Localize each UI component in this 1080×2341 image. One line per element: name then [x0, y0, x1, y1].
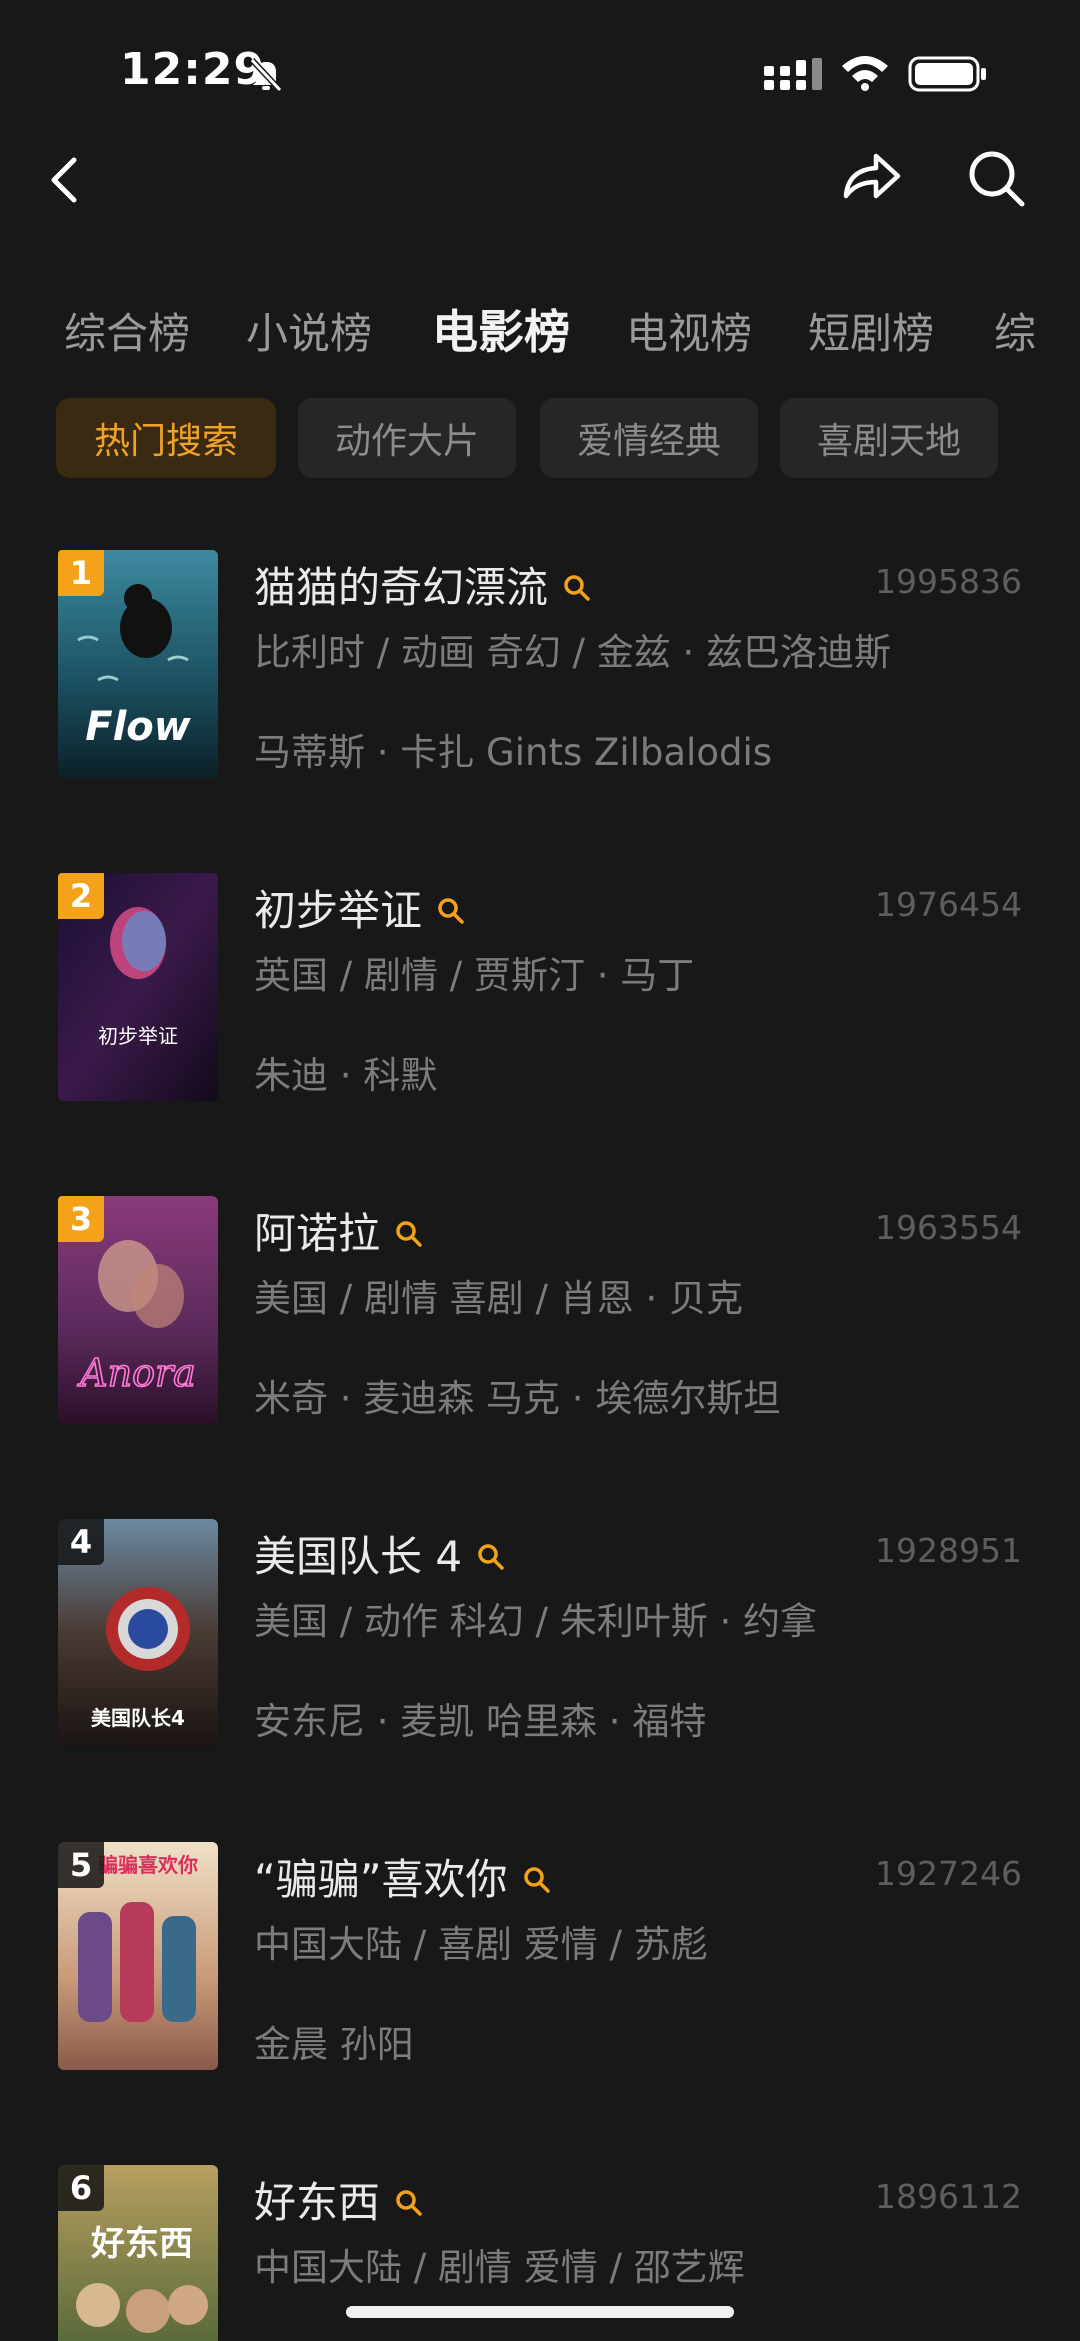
search-count: 1896112 — [875, 2177, 1022, 2216]
search-icon[interactable] — [394, 2188, 424, 2218]
poster-title: Anora — [77, 1351, 196, 1395]
tab-composite[interactable]: 综合榜 — [64, 300, 190, 361]
rank-badge: 6 — [58, 2165, 104, 2211]
list-item[interactable]: 初步举证 2 初步举证 1976454 英国 / 剧情 / 贾斯汀 · 马丁 朱… — [0, 873, 1080, 1103]
item-meta: 中国大陆 / 剧情 爱情 / 邵艺辉 — [254, 2246, 745, 2289]
list-item[interactable]: Flow 1 猫猫的奇幻漂流 1995836 比利时 / 动画 奇幻 / 金兹 … — [0, 550, 1080, 780]
item-title[interactable]: 初步举证 — [254, 877, 466, 938]
bell-muted-icon — [249, 57, 283, 93]
item-title[interactable]: 阿诺拉 — [254, 1200, 424, 1261]
subtab-romance[interactable]: 爱情经典 — [540, 398, 758, 478]
poster-title: 骗骗喜欢你 — [98, 1853, 198, 1877]
subtab-hot-search[interactable]: 热门搜索 — [56, 398, 276, 478]
item-meta: 英国 / 剧情 / 贾斯汀 · 马丁 — [254, 954, 695, 997]
item-title[interactable]: 美国队长 4 — [254, 1523, 506, 1584]
search-count: 1928951 — [875, 1531, 1022, 1570]
sub-tabs: 热门搜索 动作大片 爱情经典 喜剧天地 — [0, 398, 1080, 480]
list-item[interactable]: 美国队长4 4 美国队长 4 1928951 美国 / 动作 科幻 / 朱利叶斯… — [0, 1519, 1080, 1749]
status-bar: 12:29 — [0, 0, 1080, 140]
item-cast: 金晨 孙阳 — [254, 2023, 414, 2066]
tab-novel[interactable]: 小说榜 — [246, 300, 372, 361]
rank-badge: 3 — [58, 1196, 104, 1242]
wifi-icon — [842, 56, 888, 91]
search-icon[interactable] — [966, 148, 1028, 210]
tab-movie[interactable]: 电影榜 — [432, 296, 570, 362]
item-meta: 美国 / 动作 科幻 / 朱利叶斯 · 约拿 — [254, 1600, 818, 1643]
search-icon[interactable] — [436, 896, 466, 926]
back-icon[interactable] — [40, 150, 90, 210]
poster-title: 美国队长4 — [91, 1706, 185, 1730]
rank-badge: 4 — [58, 1519, 104, 1565]
search-icon[interactable] — [562, 573, 592, 603]
cellular-signal-icon — [764, 58, 822, 90]
item-meta: 比利时 / 动画 奇幻 / 金兹 · 兹巴洛迪斯 — [254, 631, 892, 674]
home-indicator[interactable] — [346, 2306, 734, 2318]
tab-variety[interactable]: 综 — [994, 300, 1036, 361]
subtab-action[interactable]: 动作大片 — [298, 398, 516, 478]
search-count: 1995836 — [875, 562, 1022, 601]
rank-badge: 2 — [58, 873, 104, 919]
item-meta: 美国 / 剧情 喜剧 / 肖恩 · 贝克 — [254, 1277, 744, 1320]
list-item[interactable]: Anora 3 阿诺拉 1963554 美国 / 剧情 喜剧 / 肖恩 · 贝克… — [0, 1196, 1080, 1426]
search-icon[interactable] — [522, 1865, 552, 1895]
item-meta: 中国大陆 / 喜剧 爱情 / 苏彪 — [254, 1923, 708, 1966]
search-count: 1976454 — [875, 885, 1022, 924]
category-tabs: 综合榜 小说榜 电影榜 电视榜 短剧榜 综 — [0, 290, 1080, 370]
item-cast: 安东尼 · 麦凯 哈里森 · 福特 — [254, 1700, 707, 1743]
poster-title: Flow — [85, 704, 192, 750]
rank-badge: 1 — [58, 550, 104, 596]
poster-title: 好东西 — [90, 2224, 193, 2264]
battery-icon — [908, 56, 986, 92]
search-count: 1927246 — [875, 1854, 1022, 1893]
item-title[interactable]: “骗骗”喜欢你 — [254, 1846, 552, 1907]
poster-title: 初步举证 — [98, 1024, 178, 1048]
share-icon[interactable] — [838, 148, 904, 208]
status-time: 12:29 — [120, 44, 266, 95]
item-cast: 朱迪 · 科默 — [254, 1054, 438, 1097]
rank-badge: 5 — [58, 1842, 104, 1888]
item-title[interactable]: 好东西 — [254, 2169, 424, 2230]
search-icon[interactable] — [476, 1542, 506, 1572]
item-title[interactable]: 猫猫的奇幻漂流 — [254, 554, 592, 615]
search-icon[interactable] — [394, 1219, 424, 1249]
tab-short-drama[interactable]: 短剧榜 — [808, 300, 934, 361]
subtab-comedy[interactable]: 喜剧天地 — [780, 398, 998, 478]
tab-tv[interactable]: 电视榜 — [626, 300, 752, 361]
list-item[interactable]: 骗骗喜欢你 5 “骗骗”喜欢你 1927246 中国大陆 / 喜剧 爱情 / 苏… — [0, 1842, 1080, 2072]
search-count: 1963554 — [875, 1208, 1022, 1247]
item-cast: 马蒂斯 · 卡扎 Gints Zilbalodis — [254, 731, 773, 774]
item-cast: 米奇 · 麦迪森 马克 · 埃德尔斯坦 — [254, 1377, 781, 1420]
